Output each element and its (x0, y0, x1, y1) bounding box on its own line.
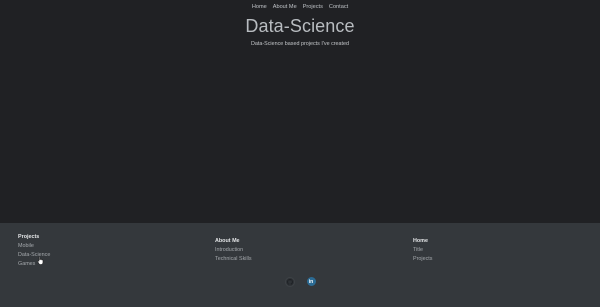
page-subtitle: Data-Science based projects I've created (250, 41, 350, 47)
footer-link-introduction[interactable]: Introduction (215, 246, 252, 255)
github-icon[interactable] (284, 277, 295, 287)
hero-section: Home About Me Projects Contact Data-Scie… (0, 0, 600, 223)
linkedin-icon-label: in (308, 278, 314, 285)
nav-home-link[interactable]: Home (252, 3, 267, 11)
footer-projects-column: Projects Mobile Data-Science Games (18, 233, 50, 269)
footer-about-heading: About Me (215, 238, 240, 244)
footer: Projects Mobile Data-Science Games About… (0, 223, 600, 307)
linkedin-icon[interactable]: in (306, 277, 316, 286)
footer-home-column: Home Title Projects (413, 237, 432, 264)
footer-about-column: About Me Introduction Technical Skills (215, 237, 252, 264)
footer-link-data-science[interactable]: Data-Science (18, 251, 50, 260)
footer-link-projects[interactable]: Projects (413, 255, 432, 264)
page: Home About Me Projects Contact Data-Scie… (0, 0, 600, 307)
footer-link-games[interactable]: Games (18, 260, 50, 269)
github-icon-glyph (286, 279, 293, 285)
footer-link-title[interactable]: Title (413, 246, 432, 255)
nav-projects-link[interactable]: Projects (303, 3, 323, 11)
hand-pointer-icon (37, 256, 44, 265)
footer-home-heading: Home (413, 238, 428, 244)
page-title: Data-Science (245, 16, 355, 36)
nav-contact-link[interactable]: Contact (329, 3, 348, 11)
top-nav: Home About Me Projects Contact (0, 3, 600, 11)
nav-about-me-link[interactable]: About Me (273, 3, 297, 11)
footer-link-technical-skills[interactable]: Technical Skills (215, 255, 252, 264)
footer-link-mobile[interactable]: Mobile (18, 242, 50, 251)
social-links: in (0, 277, 600, 287)
footer-projects-heading: Projects (18, 234, 40, 240)
